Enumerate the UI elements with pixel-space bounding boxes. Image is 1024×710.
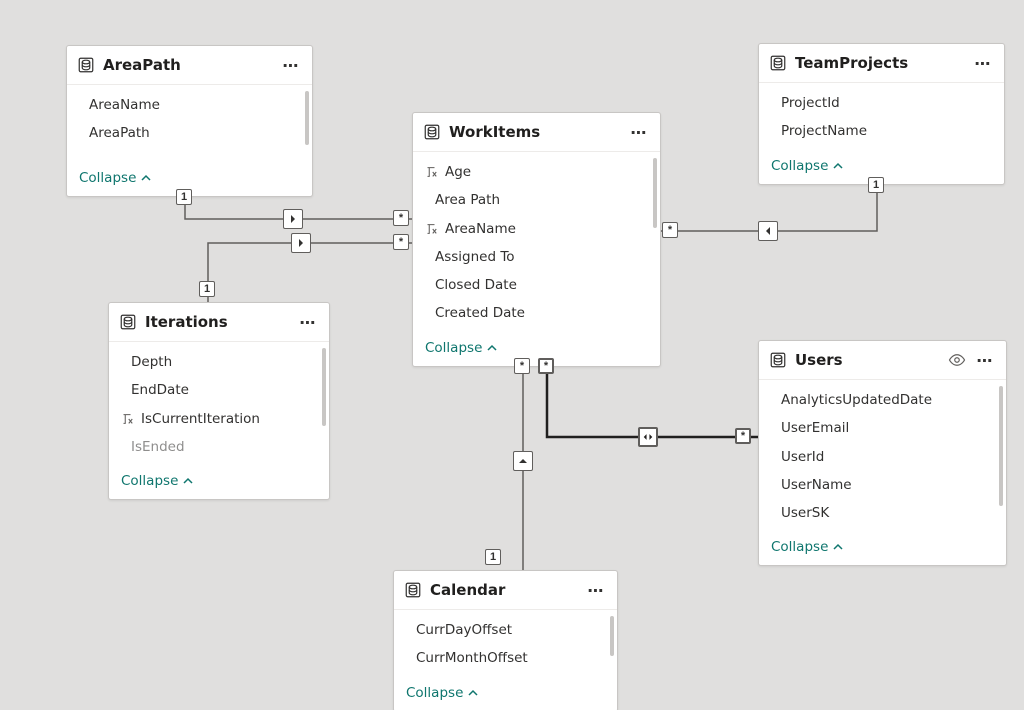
table-card-areapath[interactable]: AreaPath ⋯ AreaName AreaPath Collapse — [66, 45, 313, 197]
field-list: CurrDayOffset CurrMonthOffset — [394, 610, 617, 679]
table-header: Calendar ⋯ — [394, 571, 617, 610]
direction-arrow-icon — [291, 233, 311, 253]
collapse-button[interactable]: Collapse — [109, 467, 329, 499]
field-row[interactable]: CurrMonthOffset — [394, 644, 617, 672]
scrollbar[interactable] — [610, 616, 614, 656]
field-row[interactable]: AreaPath — [67, 119, 312, 147]
table-title: AreaPath — [103, 56, 272, 74]
cardinality-many: * — [662, 222, 678, 238]
table-header: AreaPath ⋯ — [67, 46, 312, 85]
database-icon — [77, 56, 95, 74]
direction-arrow-icon — [283, 209, 303, 229]
database-icon — [404, 581, 422, 599]
field-row[interactable]: UserSK — [759, 499, 1006, 527]
cardinality-many: * — [735, 428, 751, 444]
field-row[interactable]: Age — [413, 158, 660, 186]
more-menu-button[interactable]: ⋯ — [628, 121, 650, 143]
collapse-button[interactable]: Collapse — [413, 334, 660, 366]
cardinality-one: 1 — [199, 281, 215, 297]
database-icon — [769, 54, 787, 72]
scrollbar[interactable] — [653, 158, 657, 228]
cardinality-one: 1 — [868, 177, 884, 193]
table-title: Users — [795, 351, 940, 369]
chevron-up-icon — [467, 687, 479, 699]
table-card-teamprojects[interactable]: TeamProjects ⋯ ProjectId ProjectName Col… — [758, 43, 1005, 185]
field-row[interactable]: Assigned To — [413, 243, 660, 271]
model-canvas[interactable]: AreaPath ⋯ AreaName AreaPath Collapse — [0, 0, 1024, 710]
cardinality-many: * — [538, 358, 554, 374]
more-menu-button[interactable]: ⋯ — [280, 54, 302, 76]
field-row[interactable]: IsEnded — [109, 433, 329, 461]
chevron-up-icon — [832, 541, 844, 553]
fx-icon — [423, 221, 439, 237]
cardinality-many: * — [393, 210, 409, 226]
scrollbar[interactable] — [322, 348, 326, 426]
table-header: WorkItems ⋯ — [413, 113, 660, 152]
more-menu-button[interactable]: ⋯ — [297, 311, 319, 333]
cardinality-one: 1 — [485, 549, 501, 565]
field-row[interactable]: CurrDayOffset — [394, 616, 617, 644]
table-card-users[interactable]: Users ⋯ AnalyticsUpdatedDate UserEmail U… — [758, 340, 1007, 566]
field-row[interactable]: EndDate — [109, 376, 329, 404]
table-header: TeamProjects ⋯ — [759, 44, 1004, 83]
field-list: ProjectId ProjectName — [759, 83, 1004, 152]
field-row[interactable]: ProjectId — [759, 89, 1004, 117]
field-row[interactable]: UserEmail — [759, 414, 1006, 442]
cardinality-many: * — [514, 358, 530, 374]
more-menu-button[interactable]: ⋯ — [974, 349, 996, 371]
field-list: Age Area Path AreaName Assigned To Close… — [413, 152, 660, 334]
database-icon — [119, 313, 137, 331]
field-row[interactable]: IsCurrentIteration — [109, 405, 329, 433]
field-row[interactable]: ProjectName — [759, 117, 1004, 145]
more-menu-button[interactable]: ⋯ — [585, 579, 607, 601]
database-icon — [423, 123, 441, 141]
scrollbar[interactable] — [305, 91, 309, 145]
field-row[interactable]: Created Date — [413, 299, 660, 327]
bidirectional-icon — [638, 427, 658, 447]
cardinality-one: 1 — [176, 189, 192, 205]
table-title: Calendar — [430, 581, 577, 599]
more-menu-button[interactable]: ⋯ — [972, 52, 994, 74]
chevron-up-icon — [182, 475, 194, 487]
table-header: Iterations ⋯ — [109, 303, 329, 342]
direction-arrow-icon — [513, 451, 533, 471]
field-row[interactable]: UserName — [759, 471, 1006, 499]
cardinality-many: * — [393, 234, 409, 250]
table-title: WorkItems — [449, 123, 620, 141]
eye-icon[interactable] — [948, 351, 966, 369]
collapse-button[interactable]: Collapse — [394, 679, 617, 710]
field-row[interactable]: UserId — [759, 443, 1006, 471]
table-card-calendar[interactable]: Calendar ⋯ CurrDayOffset CurrMonthOffset… — [393, 570, 618, 710]
field-row-overflow — [67, 148, 312, 158]
chevron-up-icon — [140, 172, 152, 184]
fx-icon — [119, 411, 135, 427]
field-row[interactable]: AnalyticsUpdatedDate — [759, 386, 1006, 414]
table-title: Iterations — [145, 313, 289, 331]
field-row[interactable]: AreaName — [67, 91, 312, 119]
fx-icon — [423, 164, 439, 180]
field-row[interactable]: Area Path — [413, 186, 660, 214]
table-header: Users ⋯ — [759, 341, 1006, 380]
field-row[interactable]: Depth — [109, 348, 329, 376]
table-card-iterations[interactable]: Iterations ⋯ Depth EndDate IsCurrentIter… — [108, 302, 330, 500]
chevron-up-icon — [486, 342, 498, 354]
database-icon — [769, 351, 787, 369]
field-row[interactable]: AreaName — [413, 215, 660, 243]
field-list: Depth EndDate IsCurrentIteration IsEnded — [109, 342, 329, 467]
direction-arrow-icon — [758, 221, 778, 241]
field-row[interactable]: Closed Date — [413, 271, 660, 299]
chevron-up-icon — [832, 160, 844, 172]
collapse-button[interactable]: Collapse — [759, 533, 1006, 565]
field-list: AnalyticsUpdatedDate UserEmail UserId Us… — [759, 380, 1006, 533]
scrollbar[interactable] — [999, 386, 1003, 506]
table-title: TeamProjects — [795, 54, 964, 72]
table-card-workitems[interactable]: WorkItems ⋯ Age Area Path Ar — [412, 112, 661, 367]
field-list: AreaName AreaPath — [67, 85, 312, 164]
